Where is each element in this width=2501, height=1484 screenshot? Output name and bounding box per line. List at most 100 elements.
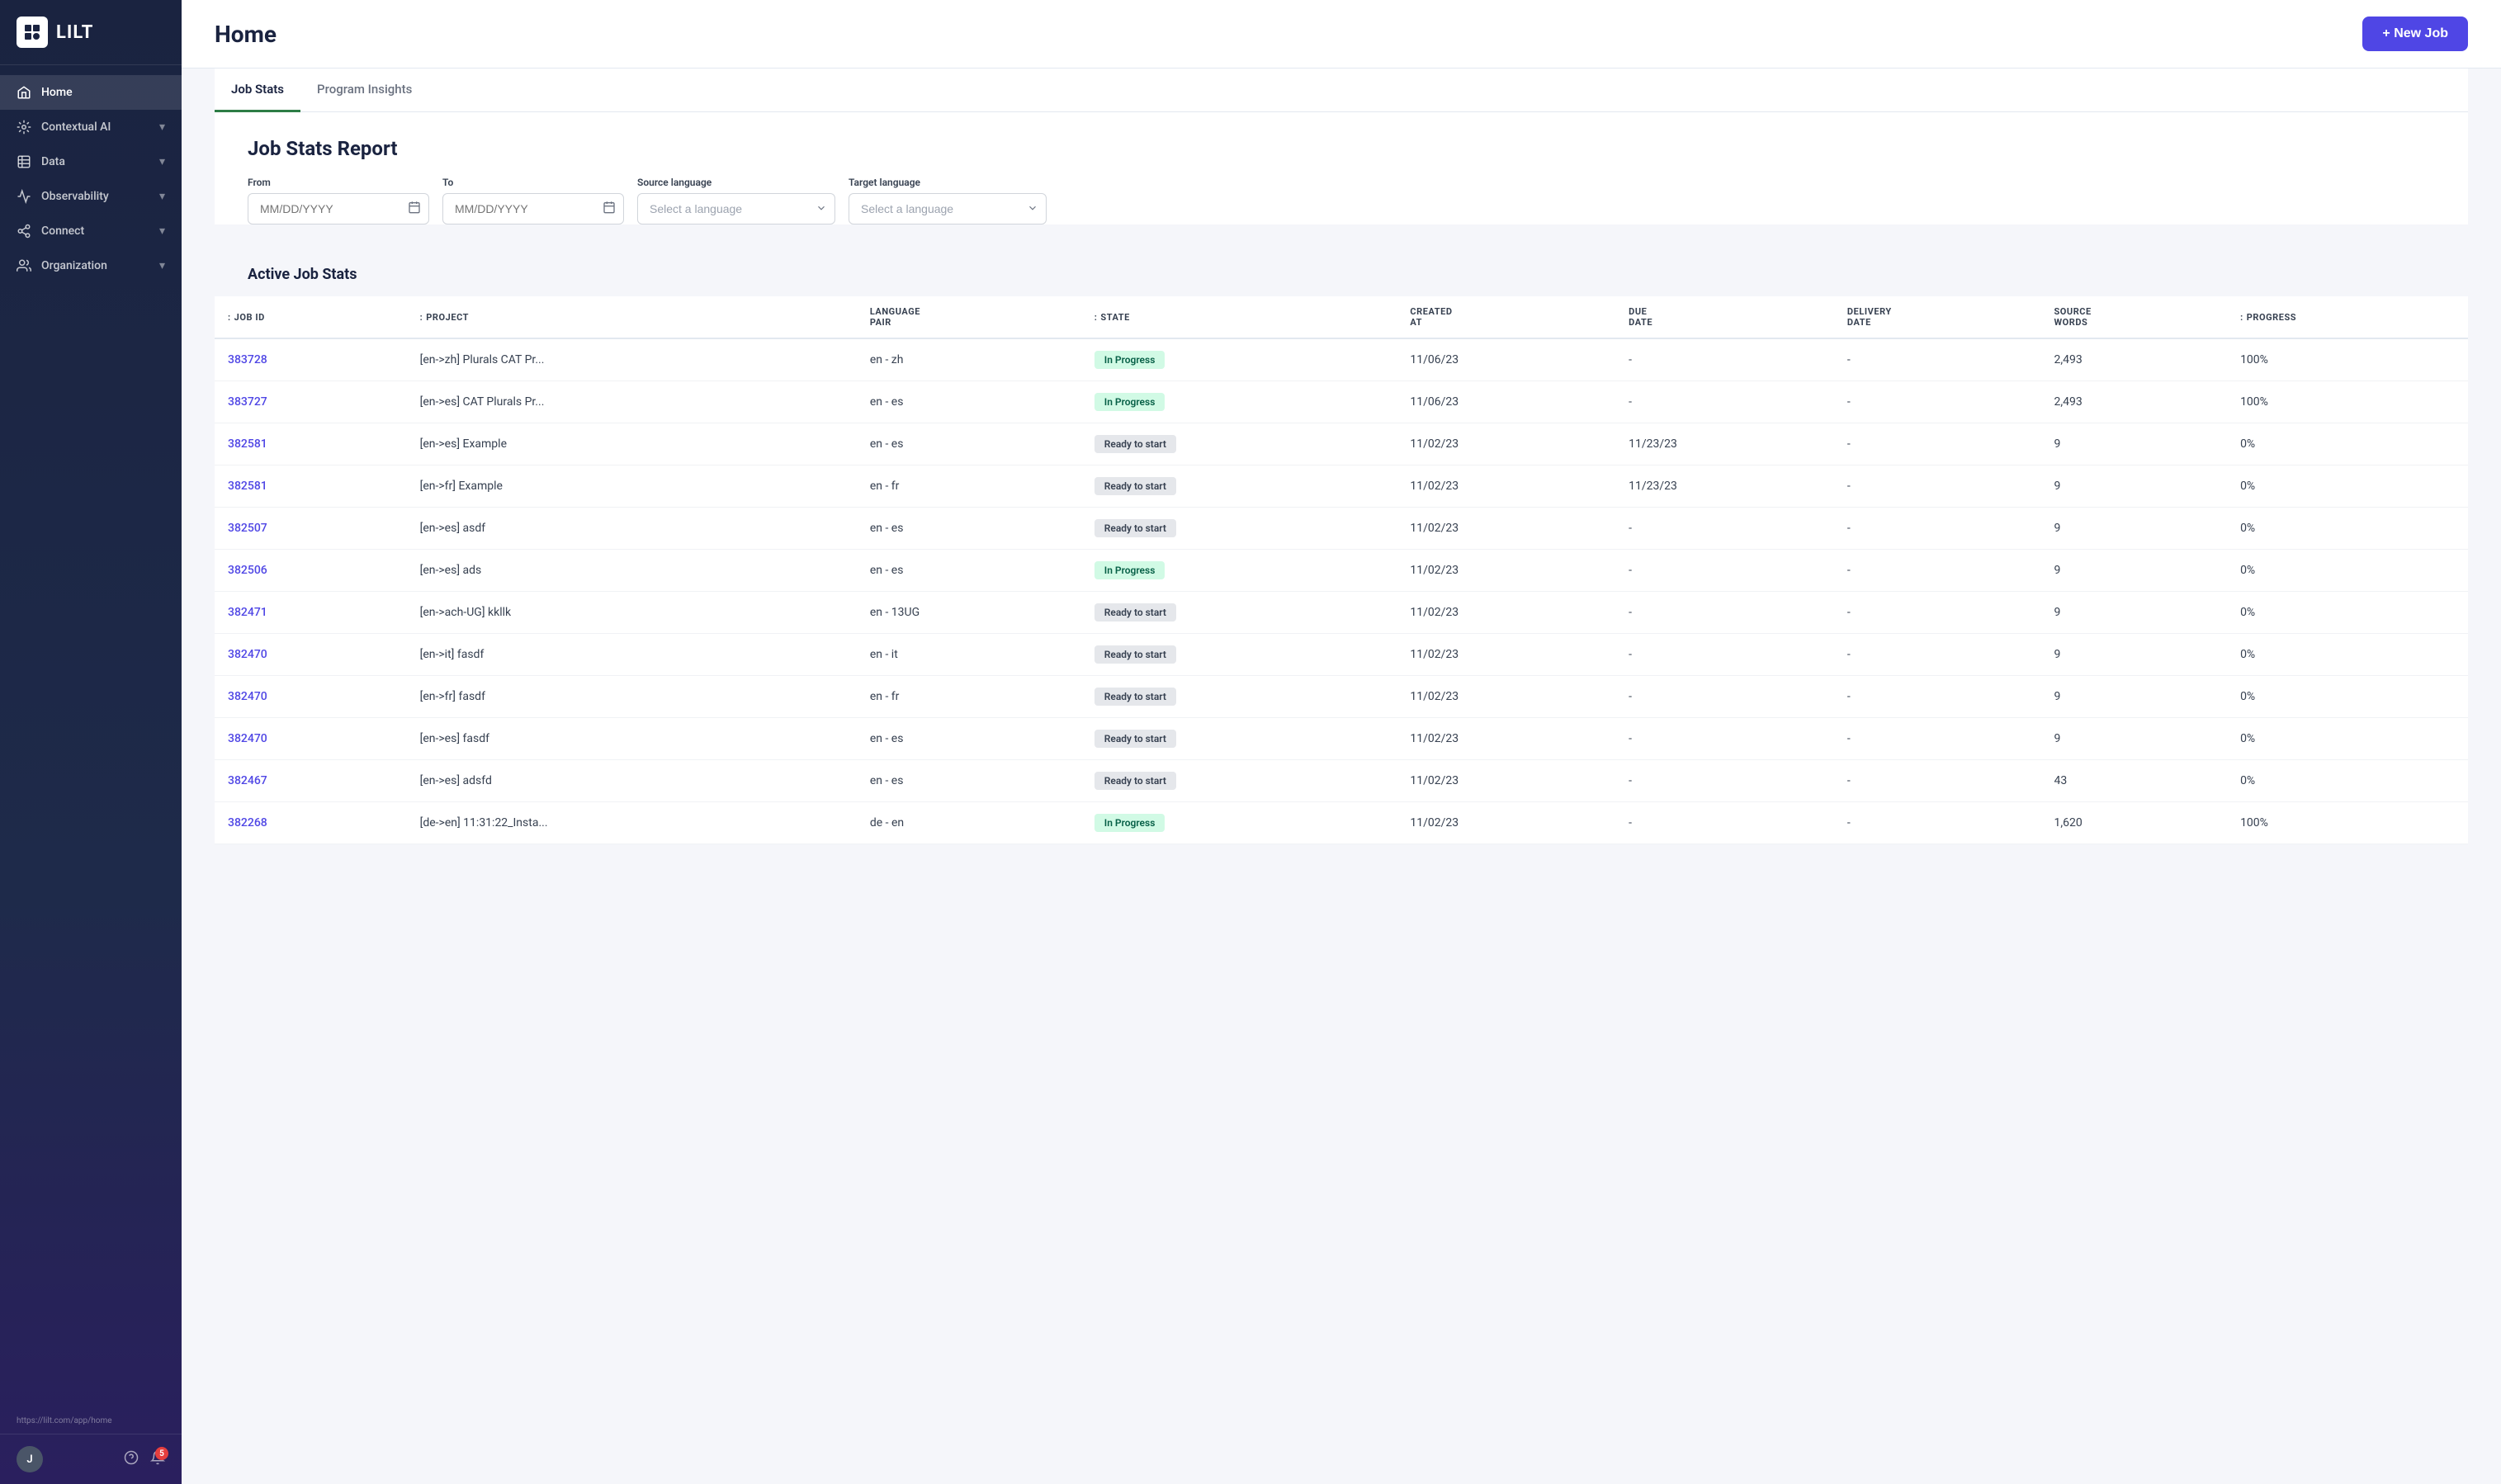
cell-created-at: 11/02/23 bbox=[1397, 802, 1615, 844]
job-id-link[interactable]: 382268 bbox=[228, 816, 267, 829]
job-id-link[interactable]: 382470 bbox=[228, 648, 267, 661]
cell-job-id: 382471 bbox=[215, 592, 407, 634]
state-badge: Ready to start bbox=[1094, 645, 1176, 664]
job-id-link[interactable]: 382581 bbox=[228, 437, 267, 451]
tab-program-insights[interactable]: Program Insights bbox=[300, 69, 428, 112]
sidebar-url: https://lilt.com/app/home bbox=[0, 1413, 182, 1434]
cell-delivery-date: - bbox=[1834, 634, 2041, 676]
col-state[interactable]: : STATE bbox=[1081, 296, 1397, 338]
col-progress[interactable]: : PROGRESS bbox=[2227, 296, 2468, 338]
cell-created-at: 11/02/23 bbox=[1397, 634, 1615, 676]
cell-created-at: 11/02/23 bbox=[1397, 592, 1615, 634]
cell-state: In Progress bbox=[1081, 338, 1397, 381]
state-badge: Ready to start bbox=[1094, 688, 1176, 706]
job-id-link[interactable]: 382581 bbox=[228, 480, 267, 493]
cell-source-words: 2,493 bbox=[2040, 381, 2227, 423]
new-job-button[interactable]: + New Job bbox=[2362, 17, 2468, 51]
cell-state: Ready to start bbox=[1081, 466, 1397, 508]
from-date-input[interactable] bbox=[248, 193, 429, 224]
job-id-link[interactable]: 383728 bbox=[228, 353, 267, 366]
job-id-link[interactable]: 382467 bbox=[228, 774, 267, 787]
table-row: 383728 [en->zh] Plurals CAT Pr... en - z… bbox=[215, 338, 2468, 381]
cell-lang-pair: en - fr bbox=[857, 466, 1081, 508]
job-id-link[interactable]: 382471 bbox=[228, 606, 267, 619]
sidebar-item-connect[interactable]: Connect ▾ bbox=[0, 214, 182, 248]
table-row: 382506 [en->es] ads en - es In Progress … bbox=[215, 550, 2468, 592]
cell-delivery-date: - bbox=[1834, 718, 2041, 760]
state-badge: Ready to start bbox=[1094, 603, 1176, 621]
col-language-pair[interactable]: LANGUAGEPAIR bbox=[857, 296, 1081, 338]
cell-job-id: 382506 bbox=[215, 550, 407, 592]
cell-due-date: - bbox=[1615, 338, 1834, 381]
target-language-select[interactable]: Select a language bbox=[849, 193, 1047, 224]
sidebar-item-organization-label: Organization bbox=[41, 259, 107, 272]
sidebar-item-data[interactable]: Data ▾ bbox=[0, 144, 182, 179]
report-title: Job Stats Report bbox=[215, 137, 2468, 160]
calendar-icon bbox=[408, 201, 421, 217]
cell-job-id: 382581 bbox=[215, 466, 407, 508]
help-icon-wrap[interactable] bbox=[124, 1450, 139, 1468]
cell-created-at: 11/02/23 bbox=[1397, 466, 1615, 508]
col-delivery-date[interactable]: DELIVERYDATE bbox=[1834, 296, 2041, 338]
chevron-down-icon: ▾ bbox=[159, 155, 165, 168]
table-row: 382470 [en->fr] fasdf en - fr Ready to s… bbox=[215, 676, 2468, 718]
col-due-date[interactable]: DUEDATE bbox=[1615, 296, 1834, 338]
tab-job-stats[interactable]: Job Stats bbox=[215, 69, 300, 112]
sidebar-item-observability[interactable]: Observability ▾ bbox=[0, 179, 182, 214]
cell-project: [en->it] fasdf bbox=[407, 634, 857, 676]
cell-due-date: - bbox=[1615, 760, 1834, 802]
notifications-icon-wrap[interactable]: 5 bbox=[150, 1450, 165, 1468]
from-filter: From bbox=[248, 177, 429, 224]
cell-state: Ready to start bbox=[1081, 676, 1397, 718]
cell-source-words: 9 bbox=[2040, 592, 2227, 634]
cell-lang-pair: en - es bbox=[857, 508, 1081, 550]
sidebar-item-data-label: Data bbox=[41, 155, 65, 168]
source-language-label: Source language bbox=[637, 177, 835, 188]
job-id-link[interactable]: 382506 bbox=[228, 564, 267, 577]
target-language-label: Target language bbox=[849, 177, 1047, 188]
col-created-at[interactable]: CREATEDAT bbox=[1397, 296, 1615, 338]
source-language-select[interactable]: Select a language bbox=[637, 193, 835, 224]
cell-source-words: 9 bbox=[2040, 550, 2227, 592]
job-id-link[interactable]: 382470 bbox=[228, 690, 267, 703]
sidebar-item-contextual-ai[interactable]: Contextual AI ▾ bbox=[0, 110, 182, 144]
sidebar-item-organization[interactable]: Organization ▾ bbox=[0, 248, 182, 283]
cell-state: In Progress bbox=[1081, 381, 1397, 423]
cell-project: [en->es] ads bbox=[407, 550, 857, 592]
table-row: 382507 [en->es] asdf en - es Ready to st… bbox=[215, 508, 2468, 550]
cell-lang-pair: en - fr bbox=[857, 676, 1081, 718]
to-date-input[interactable] bbox=[442, 193, 624, 224]
cell-progress: 0% bbox=[2227, 676, 2468, 718]
cell-due-date: - bbox=[1615, 802, 1834, 844]
cell-lang-pair: en - it bbox=[857, 634, 1081, 676]
page-title: Home bbox=[215, 21, 277, 48]
logo-icon bbox=[17, 17, 48, 48]
cell-progress: 0% bbox=[2227, 760, 2468, 802]
job-id-link[interactable]: 382507 bbox=[228, 522, 267, 535]
content-area: Job Stats Program Insights Job Stats Rep… bbox=[182, 69, 2501, 1484]
cell-progress: 100% bbox=[2227, 381, 2468, 423]
cell-progress: 0% bbox=[2227, 423, 2468, 466]
active-stats-title: Active Job Stats bbox=[215, 249, 2468, 296]
state-badge: Ready to start bbox=[1094, 772, 1176, 790]
state-badge: In Progress bbox=[1094, 561, 1165, 579]
cell-progress: 0% bbox=[2227, 634, 2468, 676]
cell-project: [en->es] Example bbox=[407, 423, 857, 466]
chevron-down-icon: ▾ bbox=[159, 121, 165, 134]
sidebar-item-home[interactable]: Home bbox=[0, 75, 182, 110]
cell-state: Ready to start bbox=[1081, 634, 1397, 676]
table-row: 382471 [en->ach-UG] kkllk en - 13UG Read… bbox=[215, 592, 2468, 634]
job-id-link[interactable]: 383727 bbox=[228, 395, 267, 409]
cell-source-words: 43 bbox=[2040, 760, 2227, 802]
col-job-id[interactable]: : JOB ID bbox=[215, 296, 407, 338]
cell-project: [en->es] fasdf bbox=[407, 718, 857, 760]
cell-source-words: 9 bbox=[2040, 676, 2227, 718]
col-project[interactable]: : PROJECT bbox=[407, 296, 857, 338]
cell-project: [en->zh] Plurals CAT Pr... bbox=[407, 338, 857, 381]
state-badge: In Progress bbox=[1094, 351, 1165, 369]
report-section: Job Stats Report From To bbox=[215, 112, 2468, 224]
job-id-link[interactable]: 382470 bbox=[228, 732, 267, 745]
main-content: Home + New Job Job Stats Program Insight… bbox=[182, 0, 2501, 1484]
col-source-words[interactable]: SOURCEWORDS bbox=[2040, 296, 2227, 338]
cell-created-at: 11/02/23 bbox=[1397, 550, 1615, 592]
